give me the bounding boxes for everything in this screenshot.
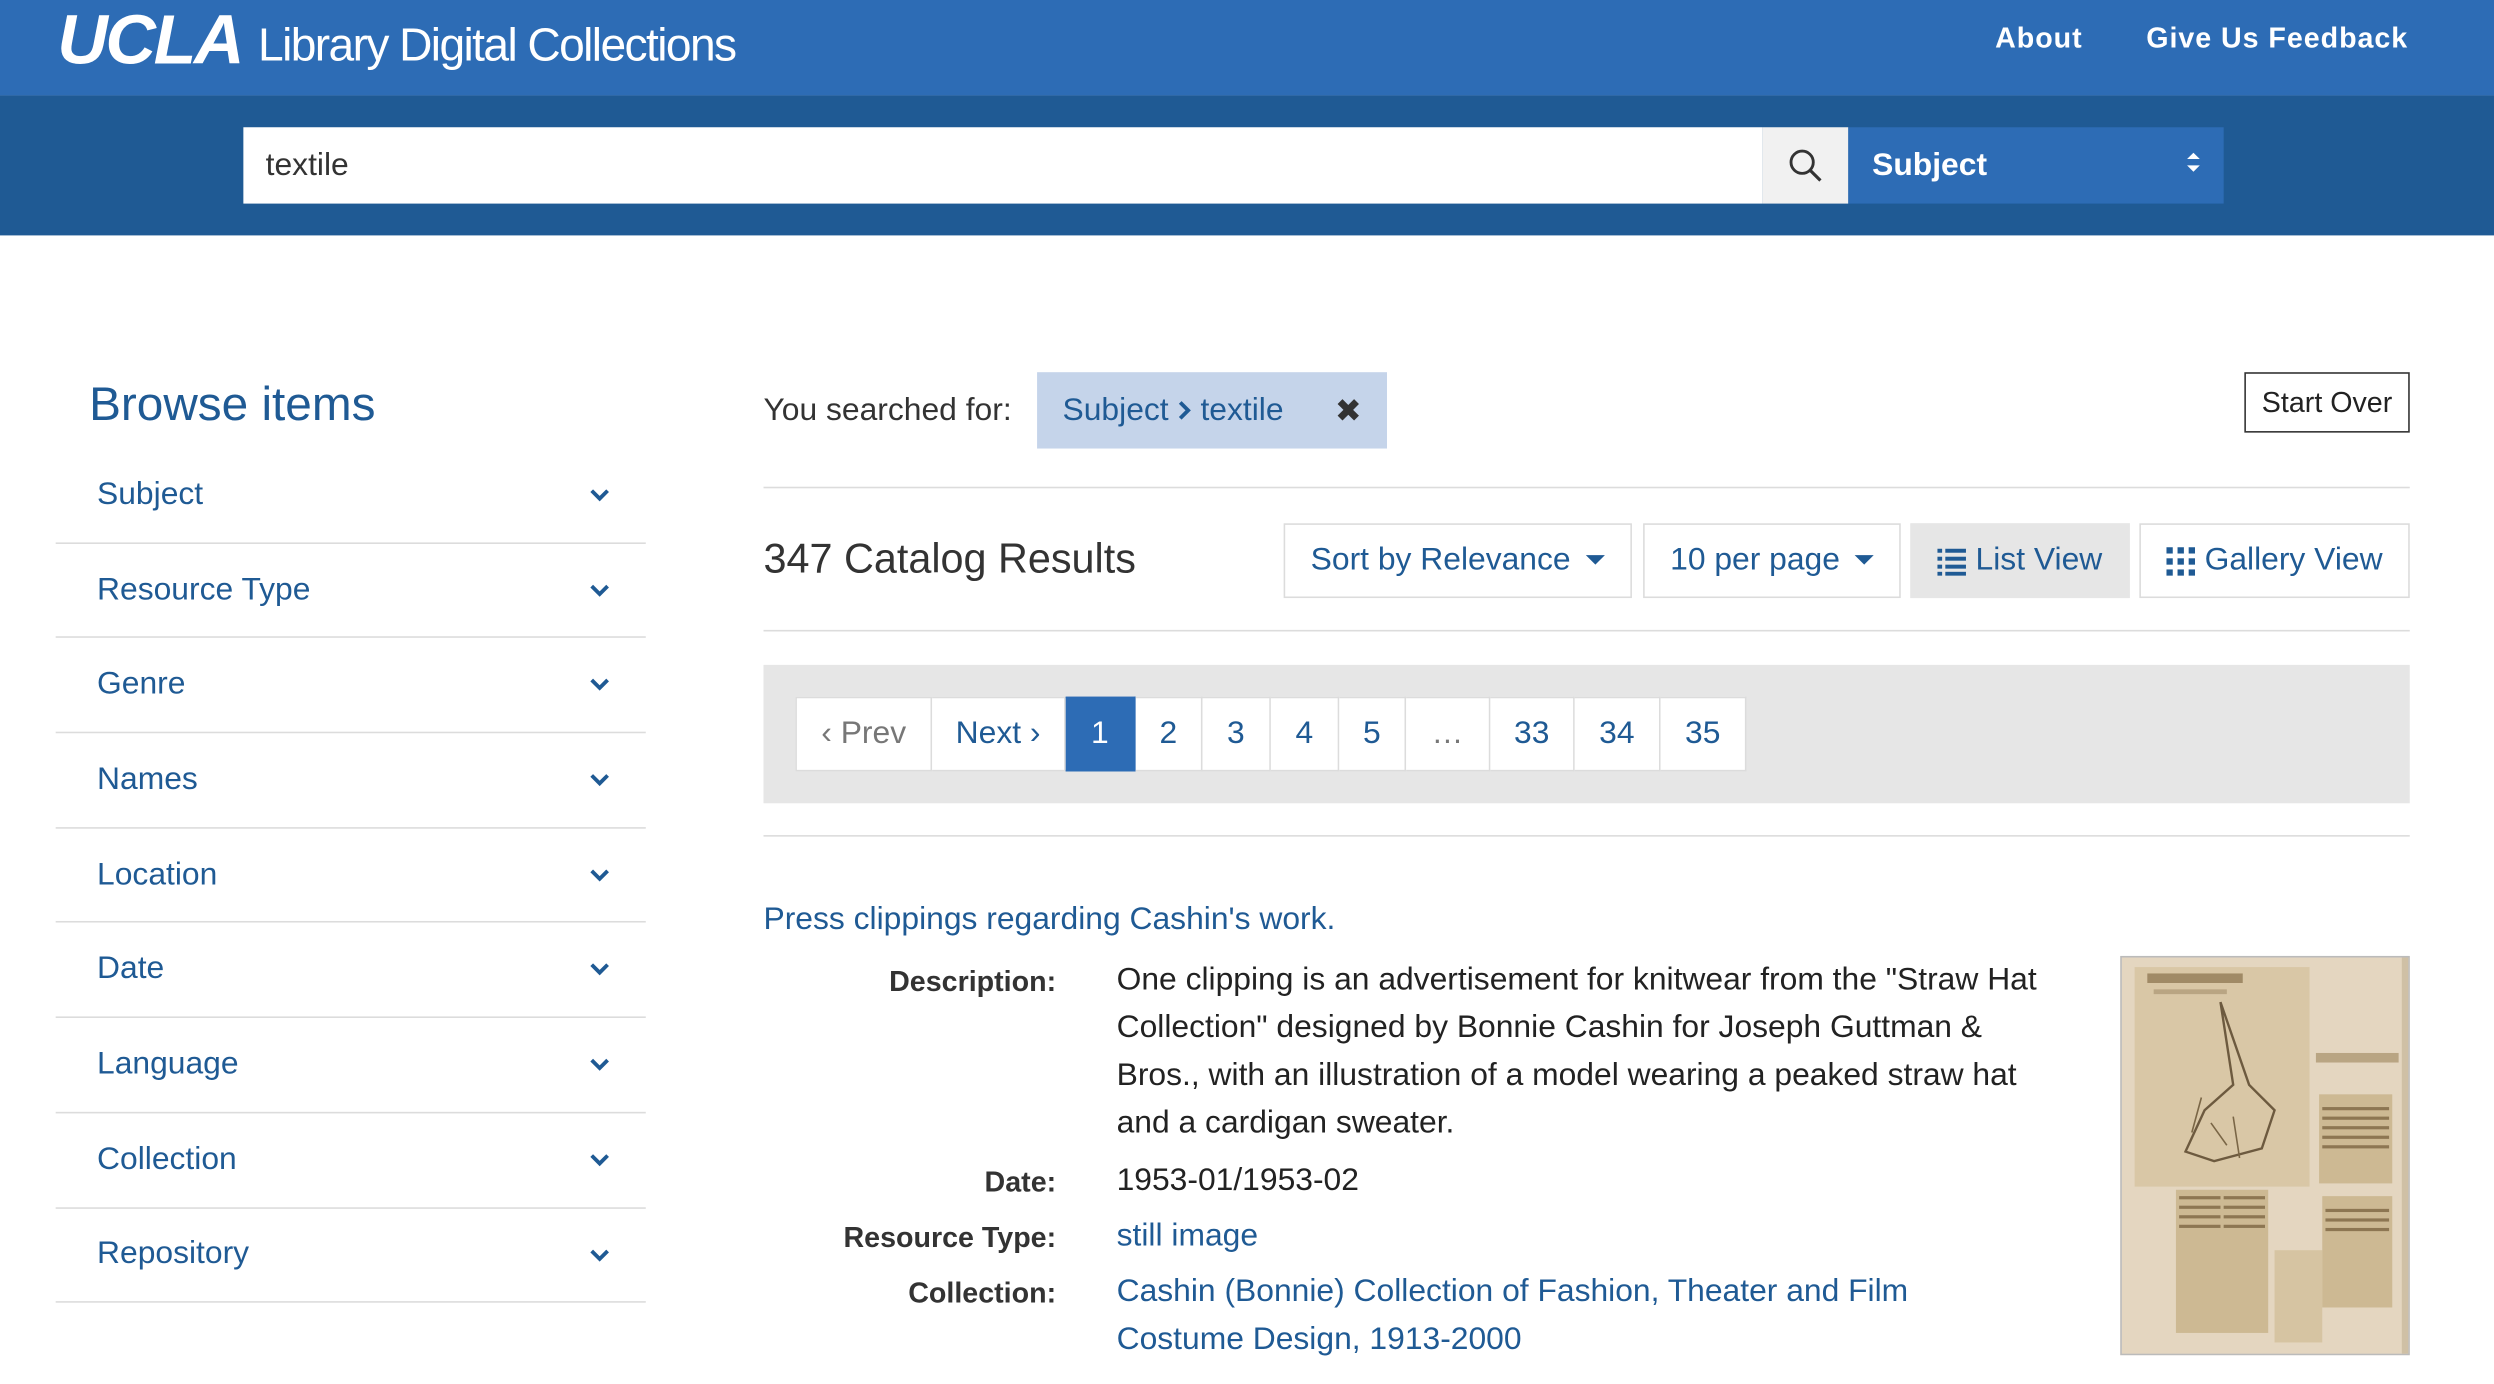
gallery-view-button[interactable]: Gallery View xyxy=(2139,523,2410,599)
page-4[interactable]: 4 xyxy=(1270,696,1340,772)
search-band: Subject xyxy=(0,95,2494,236)
pagination-bar: ‹ Prev Next › 1 2 3 4 5 … 33 34 35 xyxy=(763,664,2410,804)
chevron-down-icon xyxy=(590,869,609,882)
facet-label: Date xyxy=(97,951,165,987)
list-view-button[interactable]: List View xyxy=(1910,523,2130,599)
chevron-down-icon xyxy=(590,964,609,977)
chevron-down-icon xyxy=(590,1248,609,1261)
page-34[interactable]: 34 xyxy=(1574,696,1661,772)
facet-subject[interactable]: Subject xyxy=(55,449,646,544)
facet-resource-type[interactable]: Resource Type xyxy=(55,543,646,639)
constraint-field: Subject xyxy=(1062,392,1169,428)
description-line: Bros., with an illustration of a model w… xyxy=(1116,1057,2017,1093)
facet-label: Collection xyxy=(97,1141,237,1177)
per-page-label: 10 per page xyxy=(1670,542,1840,578)
facet-list: Subject Resource Type Genre Names Locati… xyxy=(55,449,646,1303)
nav-feedback-link[interactable]: Give Us Feedback xyxy=(2146,21,2408,54)
sort-dropdown[interactable]: Sort by Relevance xyxy=(1283,523,1632,599)
facet-label: Location xyxy=(97,856,218,892)
clipping-thumbnail-image xyxy=(2121,957,2409,1354)
facet-repository[interactable]: Repository xyxy=(55,1208,646,1303)
grid-icon xyxy=(2166,546,2196,576)
list-view-label: List View xyxy=(1975,542,2103,578)
page-5[interactable]: 5 xyxy=(1339,696,1407,772)
facet-label: Language xyxy=(97,1046,239,1082)
facet-label: Repository xyxy=(97,1236,250,1272)
description-line: and a cardigan sweater. xyxy=(1116,1105,1455,1141)
top-nav: About Give Us Feedback xyxy=(1995,0,2408,76)
sort-label: Sort by Relevance xyxy=(1310,542,1571,578)
page-2[interactable]: 2 xyxy=(1135,696,1203,772)
chevron-down-icon xyxy=(590,1153,609,1166)
page-33[interactable]: 33 xyxy=(1490,696,1575,772)
top-bar: UCLA Library Digital Collections About G… xyxy=(0,0,2494,96)
browse-items-heading: Browse items xyxy=(89,378,376,432)
brand-title: Library Digital Collections xyxy=(258,20,737,72)
page-gap: … xyxy=(1406,696,1491,772)
nav-about-link[interactable]: About xyxy=(1995,21,2082,54)
facet-label: Resource Type xyxy=(97,571,311,607)
dropdown-caret-icon xyxy=(1585,555,1605,565)
prev-page-button: ‹ Prev xyxy=(795,696,933,772)
date-label: Date: xyxy=(984,1165,1057,1198)
description-line: One clipping is an advertisement for kni… xyxy=(1116,962,2037,998)
chevron-down-icon xyxy=(590,1058,609,1071)
chevron-down-icon xyxy=(590,774,609,787)
chevron-right-icon xyxy=(1178,401,1191,420)
chevron-down-icon xyxy=(590,584,609,597)
search-field-value: Subject xyxy=(1872,147,1988,183)
facet-genre[interactable]: Genre xyxy=(55,638,646,734)
facet-label: Genre xyxy=(97,666,186,702)
facet-label: Names xyxy=(97,761,198,797)
select-caret-icon xyxy=(2185,151,2201,173)
constraint-value: textile xyxy=(1200,392,1284,428)
page-35[interactable]: 35 xyxy=(1660,696,1747,772)
facet-collection[interactable]: Collection xyxy=(55,1113,646,1209)
gallery-view-label: Gallery View xyxy=(2204,542,2383,578)
you-searched-for-label: You searched for: xyxy=(763,392,1012,428)
description-value: One clipping is an advertisement for kni… xyxy=(1117,956,2037,1147)
facet-location[interactable]: Location xyxy=(55,828,646,924)
description-label: Description: xyxy=(889,965,1057,998)
description-line: Collection" designed by Bonnie Cashin fo… xyxy=(1116,1010,1983,1046)
pagination: ‹ Prev Next › 1 2 3 4 5 … 33 34 35 xyxy=(795,696,1747,772)
dropdown-caret-icon xyxy=(1854,555,1874,565)
chevron-down-icon xyxy=(590,489,609,502)
collection-line: Cashin (Bonnie) Collection of Fashion, T… xyxy=(1116,1274,1909,1310)
divider xyxy=(763,486,2410,489)
divider xyxy=(763,835,2410,837)
search-input[interactable] xyxy=(243,127,1763,204)
facet-label: Subject xyxy=(97,476,204,512)
divider xyxy=(763,629,2410,632)
resource-type-link[interactable]: still image xyxy=(1117,1212,1258,1260)
facet-names[interactable]: Names xyxy=(55,733,646,829)
search-button[interactable] xyxy=(1762,127,1849,204)
chevron-down-icon xyxy=(590,679,609,692)
page-1[interactable]: 1 xyxy=(1065,696,1136,772)
remove-constraint-icon[interactable]: ✖ xyxy=(1335,391,1362,431)
results-count: 347 Catalog Results xyxy=(763,534,1136,583)
result-title-link[interactable]: Press clippings regarding Cashin's work. xyxy=(763,902,1335,939)
facet-language[interactable]: Language xyxy=(55,1018,646,1114)
page-3[interactable]: 3 xyxy=(1202,696,1271,772)
brand-ucla: UCLA xyxy=(57,1,244,80)
constraint-filter[interactable]: Subject textile ✖ xyxy=(1037,372,1388,449)
facet-date[interactable]: Date xyxy=(55,923,646,1019)
next-page-button[interactable]: Next › xyxy=(932,696,1066,772)
resource-type-label: Resource Type: xyxy=(843,1221,1057,1254)
collection-link[interactable]: Cashin (Bonnie) Collection of Fashion, T… xyxy=(1117,1268,1909,1363)
collection-label: Collection: xyxy=(908,1277,1057,1310)
start-over-button[interactable]: Start Over xyxy=(2244,372,2410,433)
list-icon xyxy=(1937,547,1966,576)
site-logo[interactable]: UCLA Library Digital Collections xyxy=(57,0,737,95)
result-thumbnail[interactable] xyxy=(2120,955,2410,1356)
per-page-dropdown[interactable]: 10 per page xyxy=(1643,523,1901,599)
search-field-select[interactable]: Subject xyxy=(1848,127,2224,204)
search-icon xyxy=(1789,149,1822,182)
collection-line: Costume Design, 1913-2000 xyxy=(1116,1321,1522,1357)
date-value: 1953-01/1953-02 xyxy=(1116,1162,1359,1198)
